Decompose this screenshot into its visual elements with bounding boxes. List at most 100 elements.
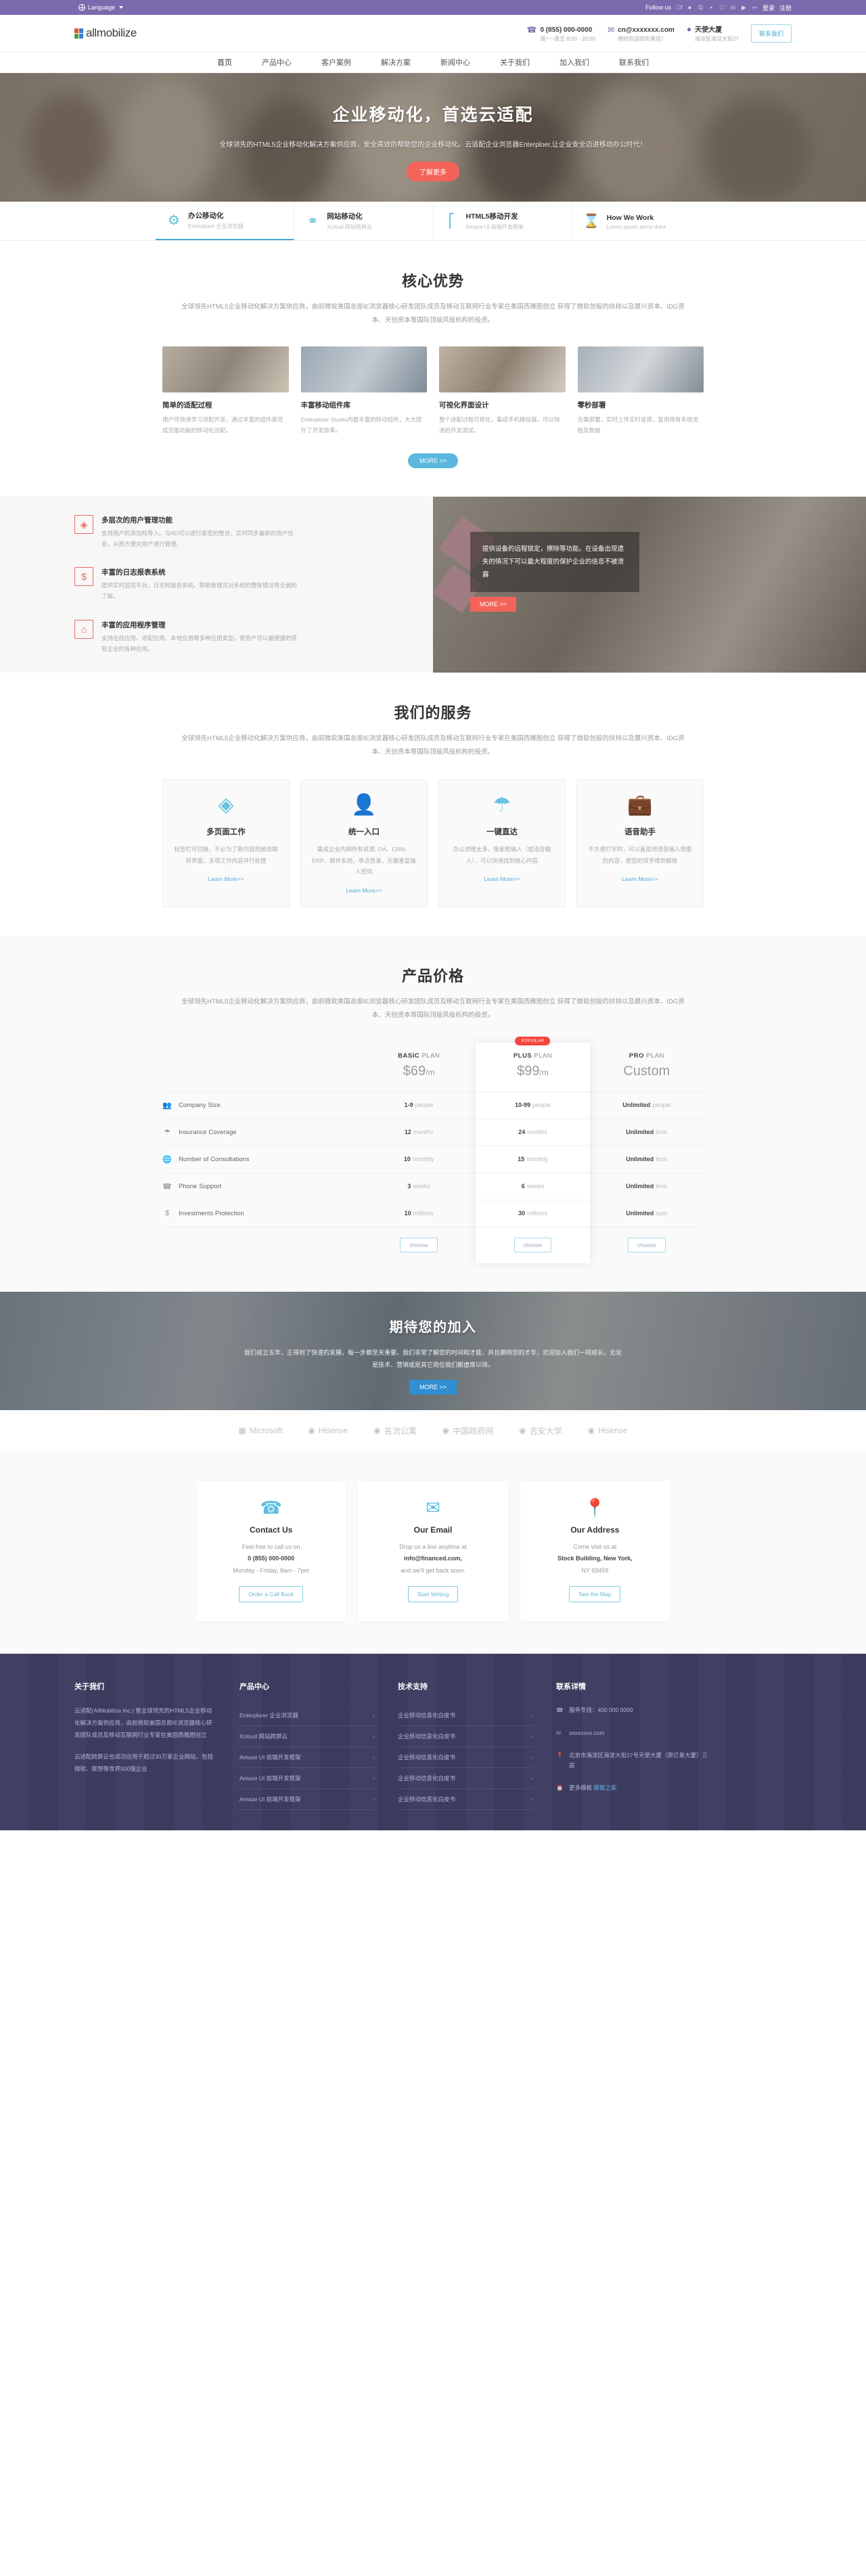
phone-icon: ☎ bbox=[162, 1182, 172, 1191]
contact-card-title: Contact Us bbox=[249, 1524, 293, 1535]
footer-contact-text: 服务专线：400 000 0000 bbox=[569, 1707, 633, 1714]
contact-section: ☎ Contact Us Feel free to call us on 0 (8… bbox=[0, 1451, 866, 1654]
feature-tab-2[interactable]: ⎡ HTML5移动开发 Amaze UI 前端开发框架 bbox=[433, 202, 572, 240]
linkedin-icon[interactable]: in bbox=[730, 4, 736, 11]
nav-item-2[interactable]: 客户案例 bbox=[306, 53, 366, 74]
chevron-right-icon: › bbox=[531, 1775, 533, 1782]
chevron-right-icon: › bbox=[531, 1754, 533, 1761]
logo-text: allmobilize bbox=[86, 26, 137, 39]
header-phone-number: 0 (855) 000-0000 bbox=[540, 26, 593, 34]
advantage-desc: Enterplorer Studio内置丰富的移动组件，大大提升了开发效率。 bbox=[300, 415, 422, 434]
advantage-photo bbox=[300, 346, 427, 392]
footer-support-link-4[interactable]: 企业移动信息化白皮书 › bbox=[398, 1789, 533, 1811]
twitter-icon[interactable]: ● bbox=[687, 4, 693, 11]
advantage-card-1: 丰富移动组件库 Enterplorer Studio内置丰富的移动组件，大大提升… bbox=[300, 346, 427, 436]
nav-item-5[interactable]: 关于我们 bbox=[485, 53, 545, 74]
hourglass-icon: ⌛ bbox=[583, 213, 600, 229]
pricing-table: 👥 Company Size ☂ Insurance Coverage 🌐 Nu… bbox=[162, 1036, 704, 1263]
join-banner: 期待您的加入 我们成立五年，正得到了快速的发展，每一步都至关重要。我们非常了解您… bbox=[0, 1291, 866, 1410]
feature-tab-0[interactable]: ⚙ 办公移动化 Enterplorer 企业浏览器 bbox=[156, 202, 295, 240]
contact-card-text: Drop us a line anytime at info@financed.c… bbox=[399, 1543, 467, 1574]
facebook-icon[interactable]: f bbox=[676, 4, 682, 11]
contact-card-button[interactable]: Order a Call Back bbox=[239, 1586, 304, 1603]
feature-tab-sub: Lorem ipsum asmo dolor bbox=[606, 223, 666, 230]
footer-link-text: 企业移动信息化白皮书 bbox=[398, 1775, 456, 1782]
language-switcher[interactable]: Language bbox=[74, 4, 124, 11]
contact-card-text: Come visit us at Stock Building, New York… bbox=[557, 1543, 633, 1574]
nav-item-1[interactable]: 产品中心 bbox=[247, 53, 306, 74]
contact-card-0: ☎ Contact Us Feel free to call us on 0 (8… bbox=[196, 1481, 346, 1622]
footer-product-link-0[interactable]: Enterplorer 企业浏览器 › bbox=[240, 1705, 375, 1727]
footer-contact-link[interactable]: 模板之家 bbox=[593, 1784, 616, 1791]
choose-plan-button[interactable]: choose bbox=[628, 1238, 666, 1253]
footer-link-text: Amaze UI 前端开发框架 bbox=[240, 1796, 301, 1803]
footer-support-link-3[interactable]: 企业移动信息化白皮书 › bbox=[398, 1768, 533, 1790]
split-features-section: ◈ 多层次的用户管理功能 支持用户的添加和导入。与AD可以进行紧密的整合，实时同… bbox=[0, 497, 866, 673]
client-logo-1: ◉ Hisense bbox=[308, 1426, 348, 1435]
plan-value-2: Unlimited time bbox=[589, 1145, 704, 1173]
contact-us-button[interactable]: 联系我们 bbox=[750, 24, 792, 43]
feature-tab-3[interactable]: ⌛ How We Work Lorem ipsum asmo dolor bbox=[572, 202, 710, 240]
hero-cta-button[interactable]: 了解更多 bbox=[407, 162, 459, 181]
rss-icon[interactable]: ∾ bbox=[752, 4, 758, 12]
service-desc: 标签栏可切换，不必为了新内容而被迫跳转界面，多项工作内容并行处理 bbox=[174, 846, 278, 864]
login-link[interactable]: 登录 bbox=[762, 3, 775, 12]
grid-icon: ▦ bbox=[238, 1426, 246, 1436]
feature-tab-1[interactable]: ⚭ 网站移动化 Xcloud 网站跨屏云 bbox=[294, 202, 434, 240]
split-panel-text: 提供设备的远程锁定，擦除等功能。在设备出现遗失的情况下可以最大程度的保护企业的信… bbox=[482, 545, 624, 579]
site-logo[interactable]: allmobilize bbox=[74, 26, 137, 40]
pricing-row-text: Company Size bbox=[179, 1101, 221, 1109]
briefcase-icon: 💼 bbox=[627, 794, 653, 817]
nav-item-7[interactable]: 联系我们 bbox=[604, 53, 664, 74]
service-learn-more-link[interactable]: Learn More>> bbox=[208, 876, 244, 882]
nav-item-4[interactable]: 新闻中心 bbox=[426, 53, 485, 74]
choose-plan-button[interactable]: choose bbox=[400, 1238, 438, 1253]
split-more-button[interactable]: MORE >> bbox=[470, 597, 517, 612]
footer-support-link-0[interactable]: 企业移动信息化白皮书 › bbox=[398, 1705, 533, 1727]
core-subtitle: 全球领先HTML5企业移动化解决方案供应商，由前微软美国总部IE浏览器核心研发团… bbox=[181, 303, 685, 324]
bank-icon: ⌂ bbox=[74, 619, 93, 639]
client-logo-0: ▦ Microsoft bbox=[238, 1426, 282, 1435]
behance-icon[interactable]: ▪ bbox=[708, 4, 714, 11]
footer-support-link-2[interactable]: 企业移动信息化白皮书 › bbox=[398, 1747, 533, 1769]
globe-icon bbox=[78, 4, 85, 11]
split-feature-title: 丰富的应用程序管理 bbox=[101, 620, 166, 629]
contact-card-button[interactable]: Start Writing bbox=[407, 1586, 459, 1603]
contact-card-button[interactable]: See the Map bbox=[569, 1586, 621, 1603]
nav-item-3[interactable]: 解决方案 bbox=[366, 53, 426, 74]
choose-plan-button[interactable]: choose bbox=[514, 1238, 552, 1253]
instagram-icon[interactable]: □ bbox=[719, 4, 725, 11]
map-pin-icon: 📍 bbox=[584, 1497, 606, 1518]
service-learn-more-link[interactable]: Learn More>> bbox=[484, 876, 520, 882]
services-section: 我们的服务 全球领先HTML5企业移动化解决方案供应商，由前微软美国总部IE浏览… bbox=[0, 673, 866, 936]
footer-support-link-1[interactable]: 企业移动信息化白皮书 › bbox=[398, 1726, 533, 1748]
register-link[interactable]: 注册 bbox=[779, 3, 792, 12]
googleplus-icon[interactable]: G bbox=[698, 4, 704, 11]
footer-product-link-4[interactable]: Amaze UI 前端开发框架 › bbox=[240, 1789, 375, 1811]
hero-paragraph: 全球领先的HTML5企业移动化解决方案供应商，安全高效的帮助您的企业移动化。云适… bbox=[219, 141, 647, 149]
footer-product-link-3[interactable]: Amaze UI 前端开发框架 › bbox=[240, 1768, 375, 1790]
circle-icon: ◉ bbox=[442, 1426, 450, 1436]
chart-icon: ⎡ bbox=[448, 213, 455, 229]
feature-tab-sub: Xcloud 网站跨屏云 bbox=[327, 224, 372, 230]
follow-us-label: Follow us bbox=[645, 4, 671, 11]
phone-icon: ☎ bbox=[556, 1707, 564, 1714]
globe-icon: 🌐 bbox=[162, 1155, 172, 1164]
nav-item-0[interactable]: 首页 bbox=[202, 53, 247, 74]
nav-item-6[interactable]: 加入我们 bbox=[545, 53, 604, 74]
split-feature-desc: 支持在线应用、适配应用、本地应用等多种应用类型。使用户可以最便捷的获取企业的各种… bbox=[101, 634, 298, 652]
footer-product-link-2[interactable]: Amaze UI 前端开发框架 › bbox=[240, 1747, 375, 1769]
service-card-3: 💼 语音助手 不方便打字时，可以直接用语音输入想要的内容，使您的双手得到解放 L… bbox=[576, 779, 704, 907]
join-more-button[interactable]: MORE >> bbox=[409, 1380, 457, 1395]
phone-icon: ☎ bbox=[526, 24, 537, 35]
header-email-note: 随时欢迎您的来信！ bbox=[618, 35, 667, 42]
footer-contact-item-0: ☎ 服务专线：400 000 0000 bbox=[556, 1705, 712, 1715]
footer-products-title: 产品中心 bbox=[240, 1683, 269, 1692]
youtube-icon[interactable]: ▶ bbox=[741, 4, 747, 12]
split-feature-1: $ 丰富的日志报表系统 提供实时监控平台，日志和报告系统。帮助管理员对系统的整体… bbox=[74, 567, 298, 602]
plan-name: BASIC PLAN bbox=[398, 1052, 440, 1060]
service-learn-more-link[interactable]: Learn More>> bbox=[346, 887, 382, 894]
core-more-button[interactable]: MORE >> bbox=[408, 453, 458, 469]
service-learn-more-link[interactable]: Learn More>> bbox=[622, 876, 658, 882]
footer-product-link-1[interactable]: Xcloud 网站跨屏云 › bbox=[240, 1726, 375, 1748]
